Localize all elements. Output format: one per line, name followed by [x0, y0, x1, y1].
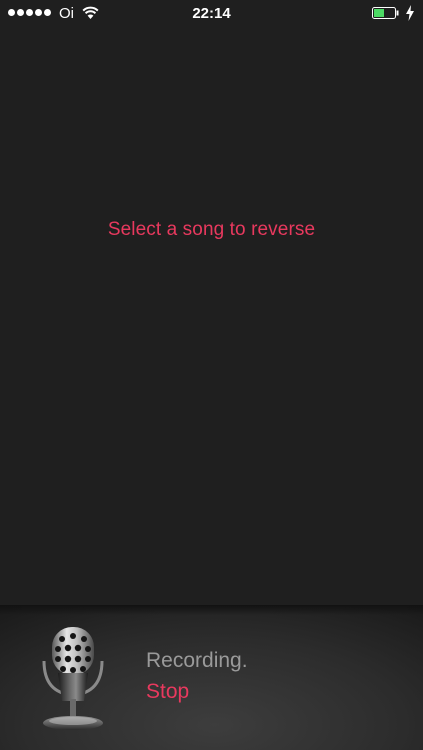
status-bar: Oi 22:14: [0, 0, 423, 28]
recording-panel: Recording. Stop: [0, 605, 423, 750]
battery-icon: [372, 7, 399, 19]
recording-status-label: Recording.: [146, 649, 248, 672]
select-song-prompt[interactable]: Select a song to reverse: [0, 219, 423, 241]
app-screen: Oi 22:14 Select a song to reverse Record…: [0, 0, 423, 750]
charging-bolt-icon: [406, 5, 414, 21]
microphone-icon: [42, 627, 104, 730]
stop-button[interactable]: Stop: [146, 680, 189, 704]
main-content: Select a song to reverse: [0, 28, 423, 605]
status-clock: 22:14: [192, 5, 231, 22]
